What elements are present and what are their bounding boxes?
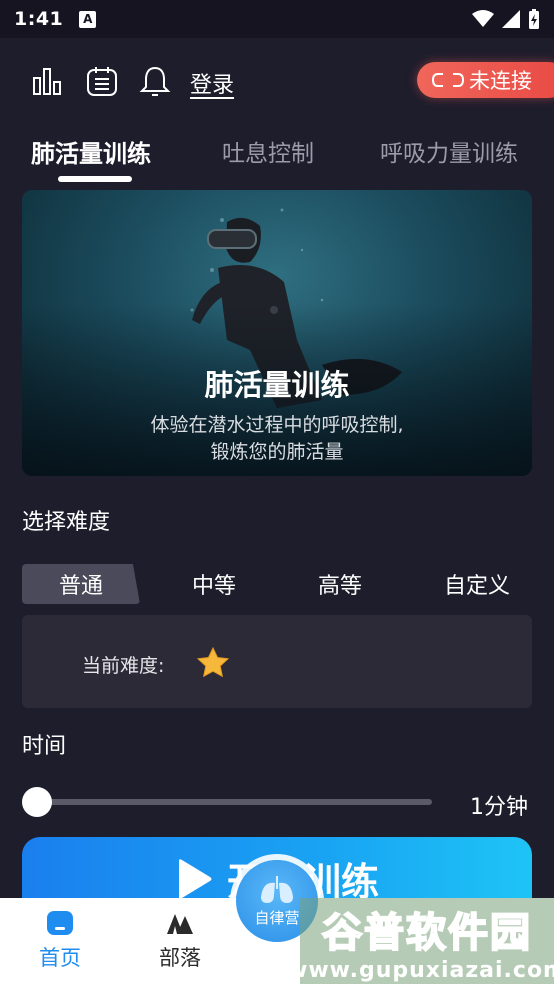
difficulty-normal[interactable]: 普通 — [22, 564, 140, 604]
status-time: 1:41 — [14, 8, 64, 30]
connection-status-label: 未连接 — [469, 69, 532, 93]
lungs-icon — [261, 875, 293, 903]
stats-icon[interactable] — [31, 64, 65, 98]
home-icon — [47, 911, 73, 935]
nav-home-label: 首页 — [39, 946, 81, 970]
link-icon — [431, 73, 465, 87]
difficulty-custom[interactable]: 自定义 — [422, 564, 532, 604]
tab-breath-strength[interactable]: 呼吸力量训练 — [380, 134, 518, 168]
training-banner: 肺活量训练 体验在潜水过程中的呼吸控制, 锻炼您的肺活量 — [22, 190, 532, 476]
notification-icon: A — [79, 10, 97, 28]
time-value: 1分钟 — [470, 795, 528, 820]
connection-status-button[interactable]: 未连接 — [417, 62, 554, 98]
time-slider-thumb[interactable] — [22, 787, 52, 817]
time-section-label: 时间 — [22, 734, 67, 759]
signal-icon — [502, 10, 520, 28]
training-tabs: 肺活量训练 吐息控制 呼吸力量训练 — [0, 134, 554, 188]
nav-home[interactable]: 首页 — [25, 910, 95, 972]
self-discipline-camp-label: 自律营 — [254, 908, 300, 927]
difficulty-tabs: 普通 中等 高等 自定义 — [22, 564, 532, 606]
difficulty-hard[interactable]: 高等 — [294, 564, 386, 604]
tab-lung-capacity[interactable]: 肺活量训练 — [31, 134, 151, 169]
watermark-title: 谷普软件园 — [321, 909, 532, 957]
difficulty-medium[interactable]: 中等 — [168, 564, 260, 604]
active-tab-indicator — [58, 176, 132, 182]
current-difficulty-label: 当前难度: — [82, 655, 165, 677]
banner-desc-line-1: 体验在潜水过程中的呼吸控制, — [150, 414, 404, 436]
banner-desc-line-2: 锻炼您的肺活量 — [210, 441, 344, 463]
status-bar: 1:41 A — [0, 0, 554, 38]
star-icon — [197, 647, 229, 677]
nav-tribe-label: 部落 — [159, 946, 201, 970]
difficulty-section-label: 选择难度 — [22, 510, 111, 535]
current-difficulty-card: 当前难度: — [22, 615, 532, 708]
calendar-icon[interactable] — [85, 64, 119, 98]
status-indicators — [472, 9, 540, 29]
watermark: 谷普软件园 www.gupuxiazai.com — [287, 898, 554, 984]
banner-description: 体验在潜水过程中的呼吸控制, 锻炼您的肺活量 — [22, 412, 532, 466]
wifi-icon — [472, 10, 494, 27]
bell-icon[interactable] — [138, 64, 172, 98]
banner-title: 肺活量训练 — [204, 368, 350, 402]
watermark-url: www.gupuxiazai.com — [287, 957, 554, 983]
top-bar: 登录 未连接 — [0, 58, 554, 104]
battery-icon — [529, 9, 539, 29]
time-slider-track[interactable] — [36, 799, 432, 805]
nav-tribe[interactable]: 部落 — [145, 910, 215, 972]
play-icon — [178, 858, 212, 899]
tab-exhale-control[interactable]: 吐息控制 — [222, 134, 314, 168]
tribe-icon — [167, 914, 193, 934]
login-link[interactable]: 登录 — [190, 67, 234, 99]
